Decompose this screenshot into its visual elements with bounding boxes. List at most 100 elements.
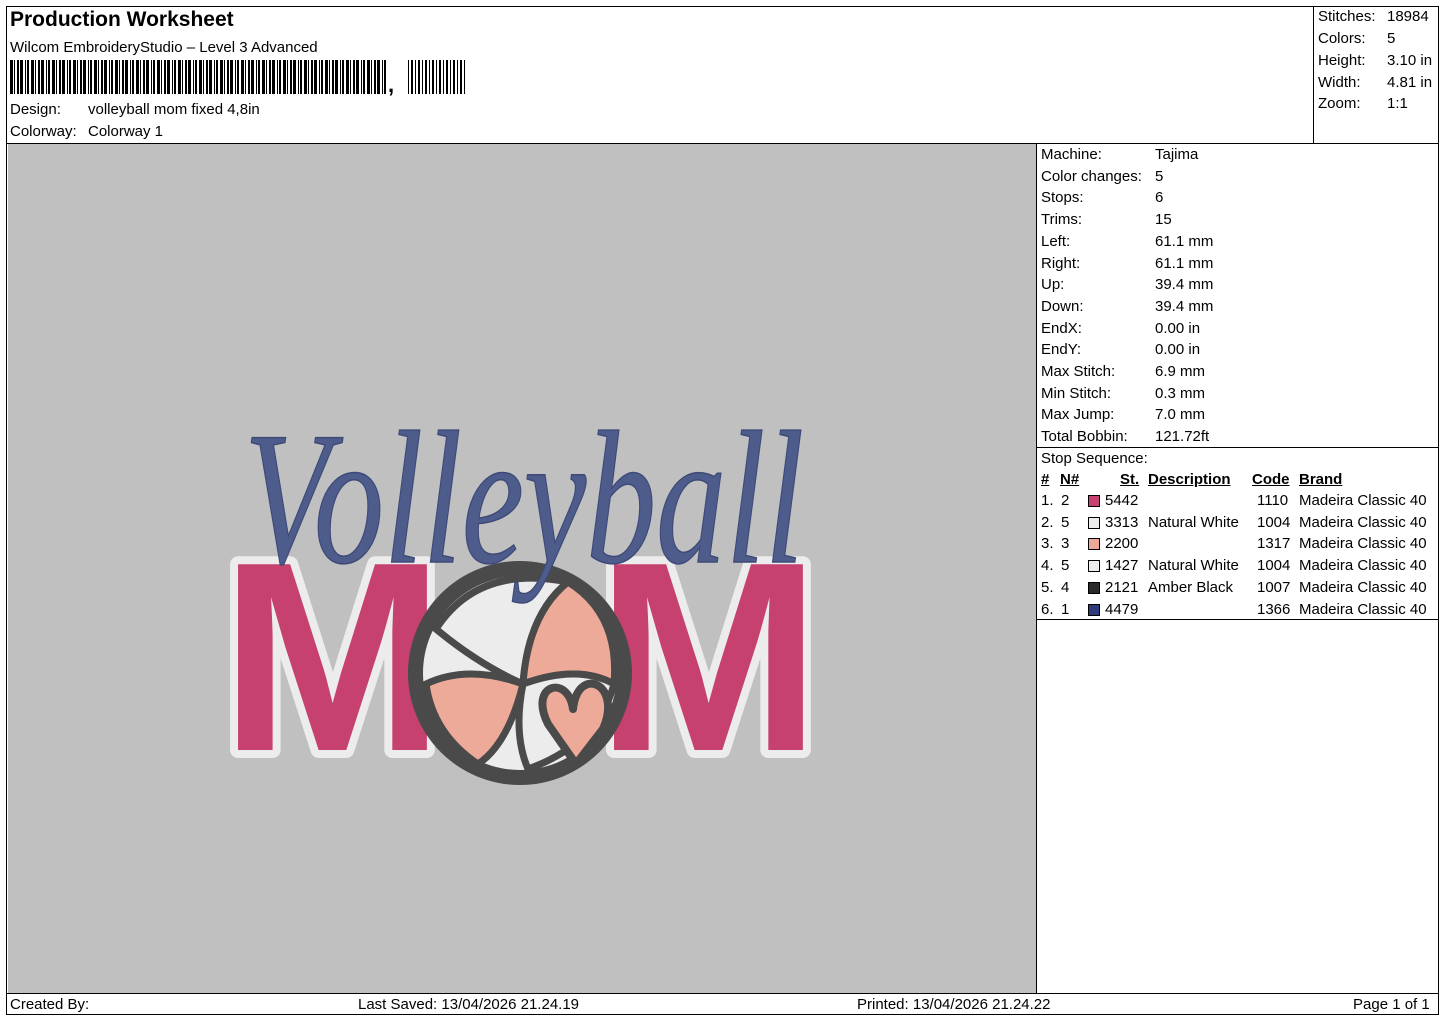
barcode-bar xyxy=(115,60,118,94)
barcode-bar xyxy=(464,60,465,94)
needle-number: 4 xyxy=(1061,578,1070,596)
barcode-bar xyxy=(325,60,328,94)
barcode-bar xyxy=(256,60,257,94)
stitches-label: Stitches: xyxy=(1318,8,1376,25)
stitch-count: 5442 xyxy=(1105,492,1139,509)
row-number: 6. xyxy=(1041,600,1054,618)
machine-value: 121.72ft xyxy=(1155,428,1210,446)
needle-number: 1 xyxy=(1061,600,1070,618)
thread-brand: Madeira Classic 40 xyxy=(1299,578,1427,596)
barcode-bar xyxy=(335,60,338,94)
stitch-count: 3313 xyxy=(1105,513,1139,531)
barcode-bar xyxy=(262,60,265,94)
barcode-bar xyxy=(290,60,292,94)
thread-code: 1004 xyxy=(1257,513,1291,531)
page-number: Page 1 of 1 xyxy=(1353,996,1430,1013)
created-by: Created By: xyxy=(10,996,90,1013)
printed-date: Printed: 13/04/2026 21.24.22 xyxy=(857,996,1051,1013)
barcode-bar xyxy=(272,60,275,94)
barcode-bar xyxy=(245,60,246,94)
barcode-bar xyxy=(298,60,299,94)
thread-brand: Madeira Classic 40 xyxy=(1299,492,1427,509)
machine-value: 39.4 mm xyxy=(1155,297,1214,315)
embroidery-design: M M M M Volleyball xyxy=(212,393,829,816)
thread-brand: Madeira Classic 40 xyxy=(1299,513,1427,531)
barcode-bar xyxy=(31,60,34,94)
machine-label: EndY: xyxy=(1041,341,1082,359)
row-number: 2. xyxy=(1041,513,1054,531)
barcode-bar xyxy=(98,60,99,94)
footer-divider xyxy=(6,993,1439,994)
machine-value: 61.1 mm xyxy=(1155,254,1214,272)
script-word: Volleyball xyxy=(244,394,804,604)
barcode-bar xyxy=(279,60,281,94)
barcode-bar xyxy=(415,60,416,94)
stitch-count: 2121 xyxy=(1105,578,1139,596)
barcode-bar xyxy=(382,60,383,94)
barcode-bar xyxy=(439,60,441,94)
barcode-bar xyxy=(25,60,26,94)
barcode-bar xyxy=(195,60,197,94)
barcode-bar xyxy=(251,60,254,94)
barcode-bar xyxy=(203,60,204,94)
barcode-bar xyxy=(241,60,244,94)
barcode-bar xyxy=(56,60,57,94)
machine-value: 0.3 mm xyxy=(1155,384,1206,402)
machine-label: Trims: xyxy=(1041,211,1083,229)
design-preview: M M M M Volleyball xyxy=(8,144,1036,993)
barcode-bar xyxy=(319,60,320,94)
height-label: Height: xyxy=(1318,52,1366,69)
barcode-bar xyxy=(460,60,462,94)
barcode-bar xyxy=(340,60,341,94)
design-label: Design: xyxy=(10,101,61,118)
col-header-brand: Brand xyxy=(1299,471,1343,488)
needle-number: 5 xyxy=(1061,557,1070,575)
sequence-row: 3. 3 2200 1317 Madeira Classic 40 xyxy=(1040,535,1436,557)
barcode-bar xyxy=(130,60,131,94)
barcode-bar xyxy=(446,60,448,94)
barcode-bar xyxy=(304,60,307,94)
barcode-bar xyxy=(94,60,97,94)
row-number: 4. xyxy=(1041,557,1054,575)
barcode-bar xyxy=(300,60,302,94)
design-name: volleyball mom fixed 4,8in xyxy=(88,101,260,118)
barcode-bar xyxy=(425,60,427,94)
machine-label: Max Stitch: xyxy=(1041,363,1116,380)
barcode-bar xyxy=(153,60,155,94)
barcode-bar xyxy=(436,60,437,94)
barcode-bar xyxy=(20,60,23,94)
barcode-bar xyxy=(35,60,36,94)
barcode-bar xyxy=(371,60,372,94)
zoom-value: 1:1 xyxy=(1387,95,1408,112)
color-swatch xyxy=(1088,603,1100,616)
color-swatch xyxy=(1088,495,1100,507)
barcode-bar xyxy=(384,60,386,94)
barcode-bar xyxy=(350,60,351,94)
barcode-bar xyxy=(235,60,236,94)
barcode-bar xyxy=(46,60,47,94)
zoom-label: Zoom: xyxy=(1318,95,1361,112)
machine-value: Tajima xyxy=(1155,146,1199,163)
barcode-bar xyxy=(88,60,89,94)
machine-label: Min Stitch: xyxy=(1041,384,1112,402)
barcode-bar xyxy=(62,60,65,94)
barcode-bar xyxy=(132,60,134,94)
height-value: 3.10 in xyxy=(1387,52,1433,69)
machine-label: Stops: xyxy=(1041,189,1084,207)
barcode-bar xyxy=(321,60,323,94)
barcode-bar xyxy=(408,60,409,94)
barcode-bar xyxy=(38,60,40,94)
barcode-bar xyxy=(346,60,349,94)
color-swatch xyxy=(1088,560,1100,573)
panel-divider xyxy=(1036,143,1037,993)
sequence-row: 1. 2 5442 1110 Madeira Classic 40 xyxy=(1040,492,1436,514)
stitch-count: 1427 xyxy=(1105,557,1139,575)
barcode-bar xyxy=(111,60,113,94)
barcode-bar xyxy=(457,60,458,94)
machine-label: Max Jump: xyxy=(1041,406,1115,424)
thread-code: 1007 xyxy=(1257,578,1291,596)
machine-value: 39.4 mm xyxy=(1155,276,1214,294)
barcode-bar xyxy=(119,60,120,94)
barcode-bar xyxy=(220,60,223,94)
barcode-bar xyxy=(209,60,212,94)
